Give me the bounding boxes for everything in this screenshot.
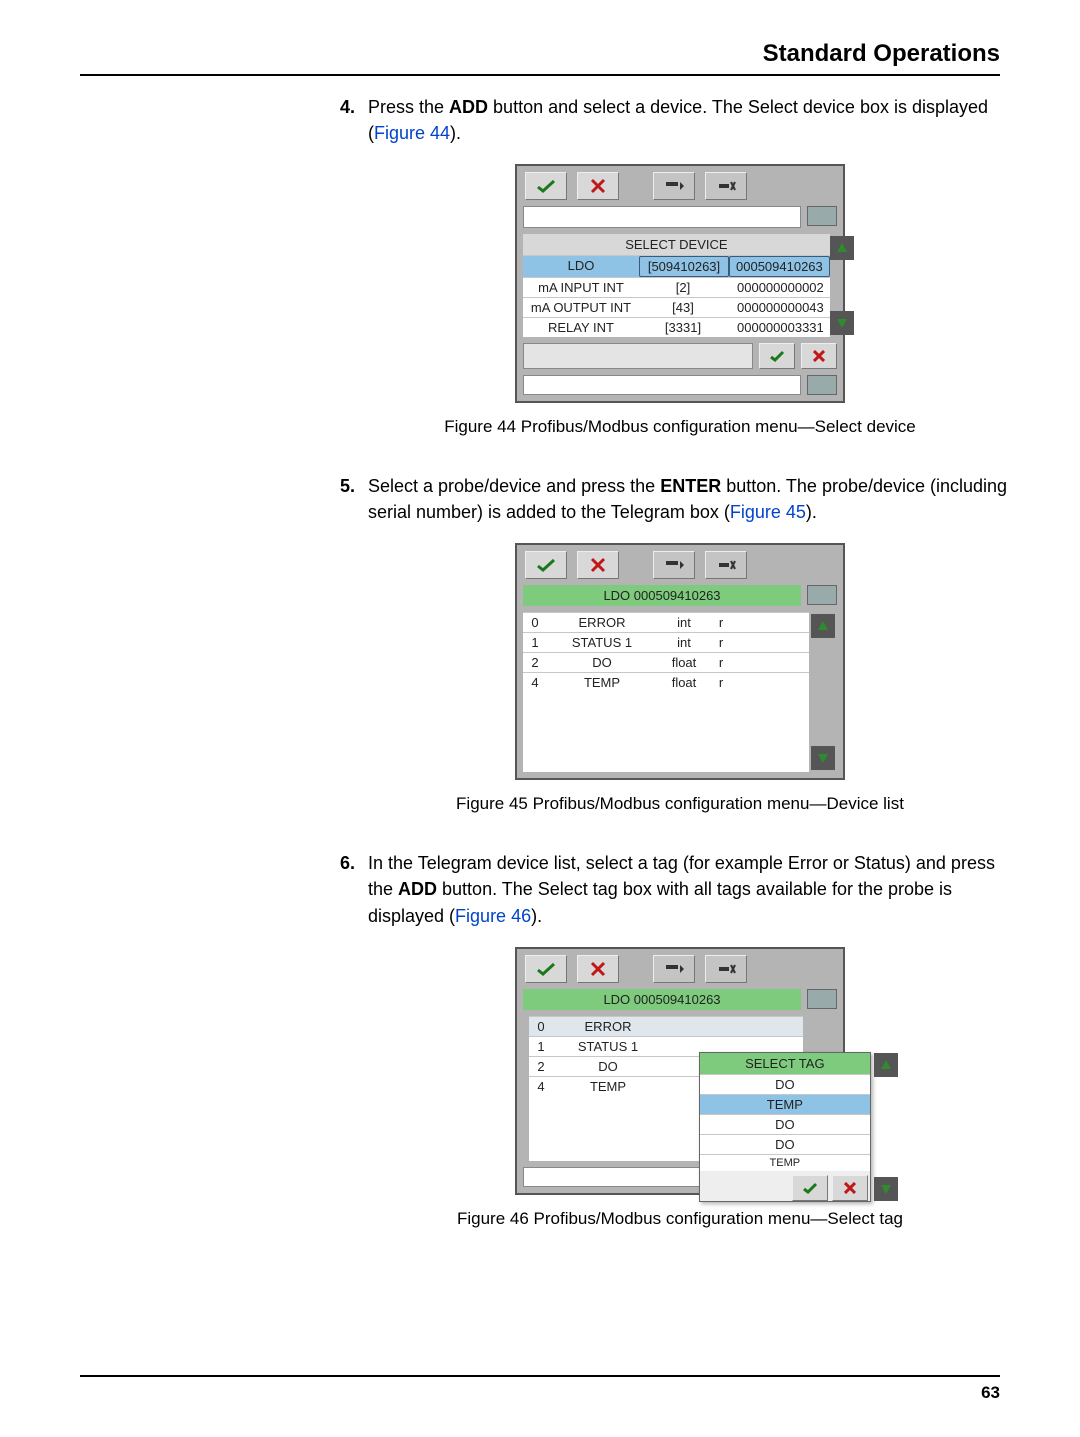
device-serial: 000000000002 <box>727 278 830 297</box>
cancel-button[interactable] <box>577 551 619 579</box>
status-box <box>807 375 837 395</box>
figure-link[interactable]: Figure 44 <box>374 123 450 143</box>
scroll-up-button[interactable] <box>830 236 854 260</box>
list-row[interactable]: 0ERROR <box>529 1016 803 1036</box>
dropdown-button[interactable] <box>653 955 695 983</box>
status-box <box>807 989 837 1009</box>
device-serial: 000000003331 <box>727 318 830 337</box>
section-title: Standard Operations <box>80 40 1000 68</box>
step-num: 5. <box>340 473 368 525</box>
step-num: 4. <box>340 94 368 146</box>
tag-row[interactable]: TEMP <box>700 1094 870 1114</box>
select-tag-popup: SELECT TAG DOTEMPDODOTEMP <box>699 1052 871 1202</box>
step-body: Press the ADD button and select a device… <box>368 94 1020 146</box>
ok-button[interactable] <box>525 955 567 983</box>
device-title: LDO 000509410263 <box>523 585 801 606</box>
list-row[interactable]: 4TEMPfloatr <box>523 672 809 692</box>
step-4: 4. Press the ADD button and select a dev… <box>340 94 1020 146</box>
step-body: Select a probe/device and press the ENTE… <box>368 473 1020 525</box>
device-serial: 000509410263 <box>729 256 830 277</box>
add-keyword: ADD <box>398 879 437 899</box>
toolbar <box>517 949 843 989</box>
device-name: LDO <box>523 256 639 277</box>
figure-caption: Figure 45 Profibus/Modbus configuration … <box>340 794 1020 814</box>
figure-44-screen: SELECT DEVICE LDO[509410263]000509410263… <box>515 164 845 403</box>
device-row[interactable]: mA OUTPUT INT[43]000000000043 <box>523 297 830 317</box>
page-number: 63 <box>981 1383 1000 1403</box>
footer-bar <box>523 343 753 369</box>
tag-row[interactable]: DO <box>700 1114 870 1134</box>
list-row[interactable]: 2DOfloatr <box>523 652 809 672</box>
footer-rule <box>80 1375 1000 1377</box>
step-5: 5. Select a probe/device and press the E… <box>340 473 1020 525</box>
cancel-button[interactable] <box>577 172 619 200</box>
remove-button[interactable] <box>705 551 747 579</box>
figure-caption: Figure 46 Profibus/Modbus configuration … <box>340 1209 1020 1229</box>
ok-button[interactable] <box>759 343 795 369</box>
figure-link[interactable]: Figure 45 <box>730 502 806 522</box>
blank-bar <box>523 206 801 228</box>
dropdown-button[interactable] <box>653 551 695 579</box>
panel-title: SELECT DEVICE <box>523 234 830 255</box>
device-name: mA INPUT INT <box>523 278 639 297</box>
cancel-button[interactable] <box>577 955 619 983</box>
device-row[interactable]: RELAY INT[3331]000000003331 <box>523 317 830 337</box>
footer-bar <box>523 375 801 395</box>
status-box <box>807 206 837 226</box>
scroll-down-button[interactable] <box>811 746 835 770</box>
tag-row[interactable]: DO <box>700 1134 870 1154</box>
figure-link[interactable]: Figure 46 <box>455 906 531 926</box>
cancel-button[interactable] <box>832 1175 868 1201</box>
list-row[interactable]: 0ERRORintr <box>523 612 809 632</box>
ok-button[interactable] <box>525 172 567 200</box>
figure-46-screen: LDO 000509410263 0ERROR1STATUS 12DO4TEMP… <box>515 947 845 1195</box>
device-row[interactable]: mA INPUT INT[2]000000000002 <box>523 277 830 297</box>
figure-caption: Figure 44 Profibus/Modbus configuration … <box>340 417 1020 437</box>
scroll-up-button[interactable] <box>874 1053 898 1077</box>
enter-keyword: ENTER <box>660 476 721 496</box>
device-id: [2] <box>639 278 727 297</box>
device-id: [509410263] <box>639 256 729 277</box>
ok-button[interactable] <box>792 1175 828 1201</box>
toolbar <box>517 545 843 585</box>
device-title: LDO 000509410263 <box>523 989 801 1010</box>
ok-button[interactable] <box>525 551 567 579</box>
list-blank <box>523 692 809 772</box>
header-rule <box>80 74 1000 76</box>
scroll-down-button[interactable] <box>874 1177 898 1201</box>
popup-title: SELECT TAG <box>700 1053 870 1074</box>
scroll-up-button[interactable] <box>811 614 835 638</box>
device-name: mA OUTPUT INT <box>523 298 639 317</box>
dropdown-button[interactable] <box>653 172 695 200</box>
tag-row[interactable]: DO <box>700 1074 870 1094</box>
list-row[interactable]: 1STATUS 1intr <box>523 632 809 652</box>
step-num: 6. <box>340 850 368 928</box>
device-id: [3331] <box>639 318 727 337</box>
device-serial: 000000000043 <box>727 298 830 317</box>
remove-button[interactable] <box>705 955 747 983</box>
step-body: In the Telegram device list, select a ta… <box>368 850 1020 928</box>
device-name: RELAY INT <box>523 318 639 337</box>
add-keyword: ADD <box>449 97 488 117</box>
device-id: [43] <box>639 298 727 317</box>
tag-row[interactable]: TEMP <box>700 1154 870 1171</box>
device-row[interactable]: LDO[509410263]000509410263 <box>523 255 830 277</box>
scroll-down-button[interactable] <box>830 311 854 335</box>
step-6: 6. In the Telegram device list, select a… <box>340 850 1020 928</box>
cancel-button[interactable] <box>801 343 837 369</box>
figure-45-screen: LDO 000509410263 0ERRORintr1STATUS 1intr… <box>515 543 845 780</box>
status-box <box>807 585 837 605</box>
toolbar <box>517 166 843 206</box>
remove-button[interactable] <box>705 172 747 200</box>
